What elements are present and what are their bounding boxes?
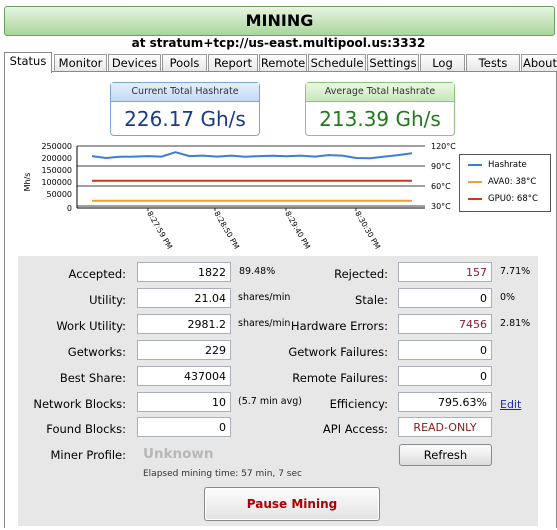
- temp-tick-label: 120°C: [431, 142, 456, 151]
- utility-field: 21.04: [137, 288, 231, 308]
- pool-address: at stratum+tcp://us-east.multipool.us:33…: [131, 36, 426, 50]
- best-share-field: 437004: [137, 366, 231, 386]
- tab-devices[interactable]: Devices: [108, 54, 161, 72]
- average-hashrate-box: Average Total Hashrate 213.39 Gh/s: [305, 82, 455, 136]
- legend-swatch-gpu0: [468, 197, 482, 200]
- work-utility-label: Work Utility:: [56, 319, 126, 333]
- tab-status[interactable]: Status: [4, 52, 52, 73]
- utility-label: Utility:: [89, 293, 126, 307]
- x-tick-label: 8:27:59 PM: [145, 210, 174, 251]
- series-line-0: [91, 151, 413, 160]
- remote-failures-label: Remote Failures:: [292, 371, 388, 385]
- remote-failures-field: 0: [398, 366, 492, 386]
- getwork-failures-label: Getwork Failures:: [288, 345, 388, 359]
- tab-tests[interactable]: Tests: [466, 54, 520, 72]
- temp-tick-label: 30°C: [431, 202, 451, 211]
- tab-bar: Status Monitor Devices Pools Report Remo…: [4, 52, 557, 73]
- edit-efficiency-link[interactable]: Edit: [500, 398, 521, 411]
- found-blocks-label: Found Blocks:: [46, 422, 126, 436]
- app-title-bar: MINING: [4, 6, 555, 36]
- network-blocks-label: Network Blocks:: [33, 397, 126, 411]
- x-tick-label: 8:28:50 PM: [212, 210, 241, 251]
- getworks-label: Getworks:: [67, 345, 126, 359]
- y-tick-label: 200000: [41, 154, 72, 163]
- efficiency-field: 795.63%: [398, 392, 492, 412]
- y-tick-label: 0: [67, 204, 72, 213]
- tab-pools[interactable]: Pools: [162, 54, 207, 72]
- stale-field: 0: [398, 288, 492, 308]
- app-title: MINING: [245, 11, 314, 30]
- y-tick-label: 100000: [41, 178, 72, 187]
- average-hashrate-value: 213.39 Gh/s: [319, 107, 441, 131]
- x-tick-label: 8:29:40 PM: [283, 210, 312, 251]
- pause-mining-button[interactable]: Pause Mining: [204, 487, 380, 521]
- y-tick-label: 50000: [47, 190, 72, 199]
- tab-report[interactable]: Report: [208, 54, 258, 72]
- legend-swatch-hashrate: [468, 163, 482, 166]
- legend-label-gpu0: GPU0: 68°C: [488, 194, 538, 204]
- temp-tick-label: 90°C: [431, 162, 451, 171]
- api-access-field: READ-ONLY: [398, 417, 492, 437]
- refresh-button[interactable]: Refresh: [399, 444, 492, 466]
- legend-item-gpu0: GPU0: 68°C: [468, 193, 538, 205]
- tab-about[interactable]: About: [521, 54, 557, 72]
- temp-tick-label: 60°C: [431, 182, 451, 191]
- current-hashrate-title: Current Total Hashrate: [111, 83, 259, 102]
- rejected-percent: 7.71%: [500, 266, 531, 277]
- legend-item-ava0: AVA0: 38°C: [468, 176, 536, 188]
- average-hashrate-title: Average Total Hashrate: [306, 83, 454, 102]
- elapsed-time: Elapsed mining time: 57 min, 7 sec: [143, 469, 302, 479]
- rejected-field: 157: [398, 262, 492, 282]
- miner-profile-value: Unknown: [143, 446, 214, 462]
- tab-log[interactable]: Log: [420, 54, 465, 72]
- tab-monitor[interactable]: Monitor: [54, 54, 107, 72]
- getwork-failures-field: 0: [398, 340, 492, 360]
- hardware-errors-field: 7456: [398, 314, 492, 334]
- accepted-field: 1822: [137, 262, 231, 282]
- y-tick-label: 150000: [41, 166, 72, 175]
- miner-profile-label: Miner Profile:: [50, 448, 127, 462]
- legend-label-ava0: AVA0: 38°C: [488, 177, 537, 187]
- stale-percent: 0%: [500, 292, 516, 303]
- getworks-field: 229: [137, 340, 231, 360]
- efficiency-label: Efficiency:: [329, 397, 388, 411]
- work-utility-field: 2981.2: [137, 314, 231, 334]
- hardware-errors-label: Hardware Errors:: [290, 319, 388, 333]
- network-blocks-field: 10: [137, 392, 231, 412]
- best-share-label: Best Share:: [59, 371, 126, 385]
- hardware-errors-percent: 2.81%: [500, 318, 531, 329]
- legend-swatch-ava0: [468, 180, 482, 183]
- x-tick-label: 8:30:30 PM: [353, 210, 382, 251]
- found-blocks-field: 0: [137, 417, 231, 437]
- current-hashrate-box: Current Total Hashrate 226.17 Gh/s: [110, 82, 260, 136]
- legend-item-hashrate: Hashrate: [468, 159, 527, 171]
- tab-remote[interactable]: Remote: [259, 54, 307, 72]
- stale-label: Stale:: [354, 293, 388, 307]
- tab-schedule[interactable]: Schedule: [308, 54, 366, 72]
- y-axis-label: Mh/s: [23, 173, 32, 192]
- api-access-label: API Access:: [322, 422, 388, 436]
- current-hashrate-value: 226.17 Gh/s: [124, 107, 246, 131]
- chart-legend: Hashrate AVA0: 38°C GPU0: 68°C: [459, 154, 551, 212]
- y-tick-label: 250000: [41, 142, 72, 151]
- rejected-label: Rejected:: [334, 267, 388, 281]
- tab-settings[interactable]: Settings: [367, 54, 419, 72]
- legend-label-hashrate: Hashrate: [488, 160, 527, 170]
- accepted-label: Accepted:: [68, 267, 126, 281]
